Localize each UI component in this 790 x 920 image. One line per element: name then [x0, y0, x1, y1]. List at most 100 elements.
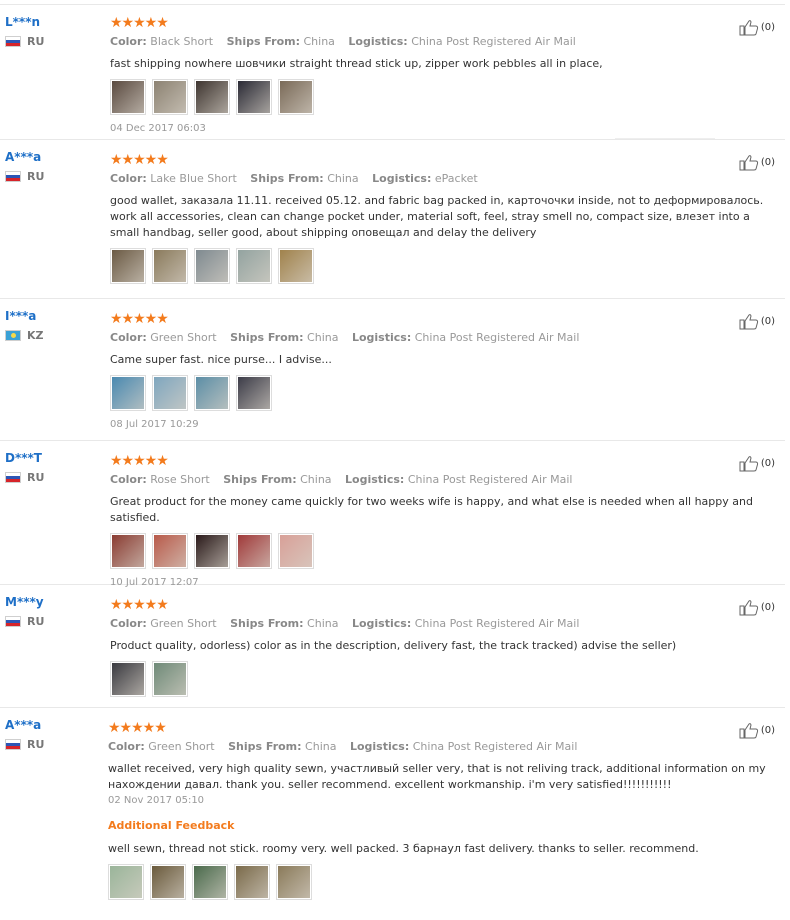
logistics-value: China Post Registered Air Mail: [411, 35, 576, 48]
review-photo-thumbnail[interactable]: [152, 661, 188, 697]
helpful-vote[interactable]: (0): [739, 455, 775, 472]
logistics-label: Logistics:: [345, 473, 405, 486]
review-photo-thumbnail[interactable]: [152, 375, 188, 411]
ships-from-label: Ships From:: [230, 331, 304, 344]
review-photo-thumbnail[interactable]: [236, 79, 272, 115]
review-date: 02 Nov 2017 05:10: [108, 795, 205, 806]
ships-from-value: China: [307, 617, 339, 630]
reviewer-name: L***n: [5, 15, 41, 29]
reviewer-info: M***y RU: [5, 595, 44, 628]
review-text: Great product for the money came quickly…: [110, 495, 753, 524]
order-info: Color: Green Short Ships From: China Log…: [110, 331, 775, 345]
review-date: 04 Dec 2017 06:03: [110, 123, 206, 134]
reviewer-country: RU: [5, 35, 44, 48]
helpful-vote[interactable]: (0): [739, 154, 775, 171]
review-photo-thumbnail[interactable]: [234, 864, 270, 900]
review-photos: [110, 248, 775, 284]
thumbs-up-icon[interactable]: [739, 154, 759, 171]
review-photo-thumbnail[interactable]: [152, 248, 188, 284]
review-photo-thumbnail[interactable]: [194, 79, 230, 115]
helpful-count: (0): [760, 316, 775, 327]
review-photo-thumbnail[interactable]: [192, 864, 228, 900]
review-photo-thumbnail[interactable]: [276, 864, 312, 900]
review-photo-thumbnail[interactable]: [236, 248, 272, 284]
order-info: Color: Black Short Ships From: China Log…: [110, 35, 775, 49]
review-date: 08 Jul 2017 10:29: [110, 419, 199, 430]
logistics-value: China Post Registered Air Mail: [414, 331, 580, 344]
review-photo-thumbnail[interactable]: [110, 248, 146, 284]
color-value: Green Short: [150, 617, 217, 630]
thumbs-up-icon[interactable]: [739, 313, 759, 330]
reviewer-info: A***a RU: [5, 718, 44, 751]
review-photos: [110, 661, 775, 697]
review-text: Product quality, odorless) color as in t…: [110, 639, 677, 652]
review-photo-thumbnail[interactable]: [108, 864, 144, 900]
review-photo-thumbnail[interactable]: [152, 79, 188, 115]
helpful-count: (0): [760, 458, 775, 469]
color-label: Color:: [110, 473, 147, 486]
review-photo-thumbnail[interactable]: [278, 248, 314, 284]
thumbs-up-icon[interactable]: [739, 722, 759, 739]
review-photo-thumbnail[interactable]: [110, 533, 146, 569]
ships-from-label: Ships From:: [226, 35, 300, 48]
reviewer-country: RU: [5, 615, 44, 628]
color-value: Black Short: [150, 35, 214, 48]
reviewer-info: I***a KZ: [5, 309, 44, 342]
helpful-count: (0): [760, 22, 775, 33]
color-value: Lake Blue Short: [150, 172, 237, 185]
review-text: Came super fast. nice purse... I advise.…: [110, 353, 332, 366]
thumbs-up-icon[interactable]: [739, 599, 759, 616]
reviewer-name: M***y: [5, 595, 44, 609]
review-photo-thumbnail[interactable]: [194, 375, 230, 411]
helpful-vote[interactable]: (0): [739, 599, 775, 616]
thumbs-up-icon[interactable]: [739, 455, 759, 472]
review-photo-thumbnail[interactable]: [110, 375, 146, 411]
ships-from-value: China: [300, 473, 332, 486]
order-info: Color: Rose Short Ships From: China Logi…: [110, 473, 775, 487]
reviewer-name: A***a: [5, 718, 42, 732]
logistics-value: ePacket: [434, 172, 478, 185]
review-text: fast shipping nowhere шовчики straight t…: [110, 57, 603, 70]
logistics-label: Logistics:: [351, 331, 412, 344]
star-rating: ★★★★★: [110, 597, 169, 613]
ships-from-label: Ships From:: [223, 473, 297, 486]
review-photo-thumbnail[interactable]: [194, 248, 230, 284]
reviewer-country: RU: [5, 738, 44, 751]
review-item: I***a KZ ★★★★★ Color: Green Short Ships …: [0, 299, 785, 441]
review-photo-thumbnail[interactable]: [194, 533, 230, 569]
color-label: Color:: [108, 740, 145, 753]
review-item: L***n RU ★★★★★ Color: Black Short Ships …: [0, 4, 785, 140]
reviewer-info: D***T RU: [5, 451, 44, 484]
review-photo-thumbnail[interactable]: [278, 79, 314, 115]
review-photo-thumbnail[interactable]: [152, 533, 188, 569]
review-item: A***a RU ★★★★★ Color: Green Short Ships …: [0, 708, 785, 920]
review-photo-thumbnail[interactable]: [110, 79, 146, 115]
review-photo-thumbnail[interactable]: [278, 533, 314, 569]
thumbs-up-icon[interactable]: [739, 19, 759, 36]
review-photo-thumbnail[interactable]: [110, 661, 146, 697]
star-rating: ★★★★★: [110, 453, 169, 469]
star-rating: ★★★★★: [110, 152, 169, 168]
country-code: RU: [27, 471, 45, 484]
reviews-list: L***n RU ★★★★★ Color: Black Short Ships …: [0, 0, 790, 920]
reviewer-country: RU: [5, 170, 44, 183]
review-item: D***T RU ★★★★★ Color: Rose Short Ships F…: [0, 441, 785, 588]
helpful-vote[interactable]: (0): [739, 19, 775, 36]
logistics-value: China Post Registered Air Mail: [407, 473, 573, 486]
review-item: A***a RU ★★★★★ Color: Lake Blue Short Sh…: [0, 140, 785, 299]
color-label: Color:: [110, 331, 147, 344]
country-code: RU: [27, 615, 45, 628]
reviewer-info: L***n RU: [5, 15, 44, 48]
divider: [615, 138, 715, 139]
order-info: Color: Green Short Ships From: China Log…: [108, 740, 775, 754]
helpful-vote[interactable]: (0): [739, 722, 775, 739]
logistics-label: Logistics:: [372, 172, 432, 185]
helpful-vote[interactable]: (0): [739, 313, 775, 330]
reviewer-name: I***a: [5, 309, 37, 323]
review-photo-thumbnail[interactable]: [236, 375, 272, 411]
review-photo-thumbnail[interactable]: [150, 864, 186, 900]
review-photo-thumbnail[interactable]: [236, 533, 272, 569]
star-rating: ★★★★★: [108, 720, 167, 736]
logistics-label: Logistics:: [351, 617, 412, 630]
color-value: Rose Short: [150, 473, 210, 486]
